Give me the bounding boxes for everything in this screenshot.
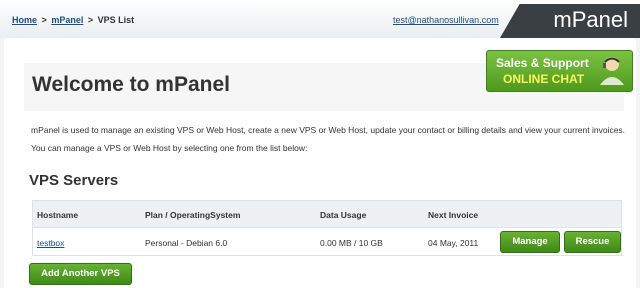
intro-paragraph: mPanel is used to manage an existing VPS…	[31, 125, 626, 135]
breadcrumb-mpanel-link[interactable]: mPanel	[51, 15, 83, 25]
vps-table: Hostname Plan / OperatingSystem Data Usa…	[32, 200, 622, 256]
breadcrumb-home-link[interactable]: Home	[12, 15, 37, 25]
section-title: VPS Servers	[29, 172, 119, 189]
brand-logo: mPanel	[553, 7, 628, 32]
chat-label: Sales & Support	[496, 56, 589, 70]
support-agent-icon	[600, 57, 624, 85]
next-invoice-cell: 04 May, 2011	[428, 238, 479, 248]
user-email-link[interactable]: test@nathanosullivan.com	[393, 15, 499, 25]
column-header-plan: Plan / OperatingSystem	[145, 210, 241, 220]
data-usage-cell: 0.00 MB / 10 GB	[320, 238, 383, 248]
hostname-link[interactable]: testbox	[37, 238, 64, 248]
intro-text: mPanel is used to manage an existing VPS…	[31, 121, 625, 157]
add-vps-button[interactable]: Add Another VPS	[29, 263, 132, 285]
plan-cell: Personal - Debian 6.0	[145, 238, 228, 248]
rescue-button[interactable]: Rescue	[564, 231, 621, 253]
page-title: Welcome to mPanel	[32, 73, 231, 96]
column-header-hostname: Hostname	[37, 210, 79, 220]
breadcrumb-separator: >	[87, 15, 94, 25]
chat-status: ONLINE CHAT	[503, 72, 585, 86]
online-chat-button[interactable]: Sales & Support ONLINE CHAT	[486, 50, 633, 92]
breadcrumb-current: VPS List	[97, 15, 135, 25]
intro-paragraph: You can manage a VPS or Web Host by sele…	[31, 143, 308, 153]
breadcrumb: Home > mPanel > VPS List	[12, 15, 134, 25]
breadcrumb-separator: >	[41, 15, 47, 25]
top-bar: Home > mPanel > VPS List test@nathanosul…	[0, 0, 640, 38]
table-header: Hostname Plan / OperatingSystem Data Usa…	[33, 201, 621, 228]
column-header-data-usage: Data Usage	[320, 210, 367, 220]
column-header-next-invoice: Next Invoice	[428, 210, 479, 220]
manage-button[interactable]: Manage	[500, 231, 560, 253]
table-row: testbox Personal - Debian 6.0 0.00 MB / …	[33, 228, 621, 255]
